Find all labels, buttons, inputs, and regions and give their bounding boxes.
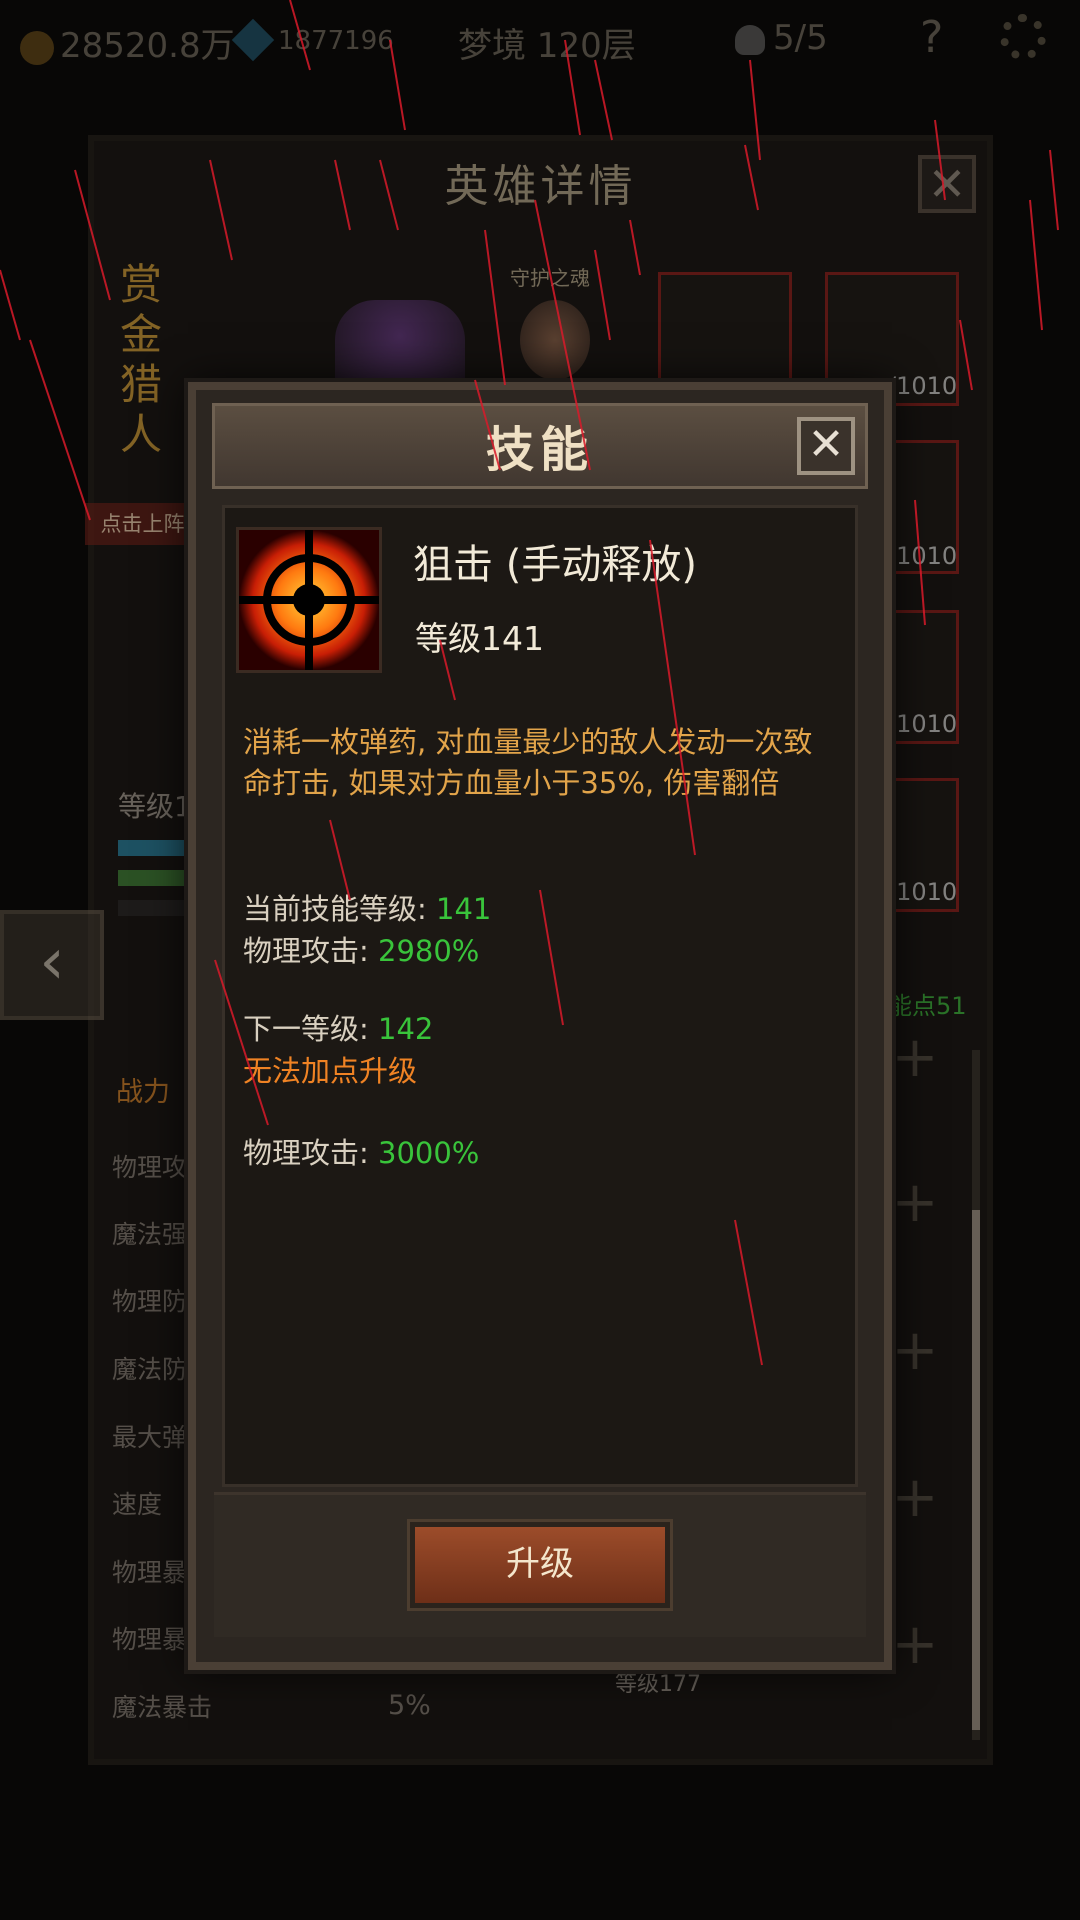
physical-attack-value: 2980% [378, 934, 480, 968]
gold-coin-icon [20, 30, 54, 65]
skill-list-scrollbar-thumb[interactable] [972, 1210, 980, 1730]
mana-bar [118, 840, 188, 856]
next-physical-attack-line: 物理攻击: 3000% [243, 1130, 479, 1172]
stat-label: 物理攻 [112, 1153, 188, 1182]
stat-label: 最大弹 [112, 1423, 188, 1452]
stat-label: 物理暴 [112, 1558, 188, 1587]
slot-label: /1010 [888, 372, 958, 400]
crosshair-icon-graphic [239, 530, 379, 670]
skill-dialog-title: 技能 [485, 422, 594, 478]
crosshair-icon [236, 527, 382, 673]
close-icon[interactable]: ✕ [797, 417, 855, 475]
hero-detail-title: 英雄详情 [444, 161, 637, 212]
skill-name: 狙击 (手动释放) [413, 542, 697, 588]
stat-value: 5% [388, 1690, 431, 1721]
exp-bar [118, 900, 188, 916]
hero-detail-close-button[interactable]: ✕ [918, 155, 976, 213]
next-attack-label: 物理攻击: [243, 1136, 378, 1170]
current-level-label: 当前技能等级: [243, 892, 436, 926]
power-label: 战力 [116, 1077, 170, 1108]
stamina-counter: 5/5 [735, 18, 828, 58]
guard-soul-icon[interactable] [520, 300, 590, 380]
skill-level: 等级141 [415, 619, 544, 658]
skill-level-label: 等级177 [615, 1672, 701, 1697]
gold-amount: 28520.8万 [60, 26, 235, 66]
stat-label: 物理暴 [112, 1625, 188, 1654]
slot-label: /1010 [888, 542, 958, 570]
dream-realm-label[interactable]: 梦境 120层 [458, 18, 636, 67]
rain-streak [0, 269, 21, 341]
gold-counter: 28520.8万 [20, 18, 235, 67]
gem-icon [231, 18, 275, 61]
previous-hero-arrow-icon[interactable]: ‹ [0, 910, 104, 1020]
gem-counter: 1877196 [231, 18, 394, 61]
stat-label: 魔法强 [112, 1220, 188, 1249]
deploy-button[interactable]: 点击上阵 [85, 503, 200, 545]
guard-soul-label: 守护之魂 [510, 266, 590, 290]
stat-label: 魔法暴击 [112, 1693, 213, 1722]
help-icon[interactable]: ? [920, 12, 943, 63]
hero-name: 赏金猎人 [120, 260, 163, 459]
skull-icon [735, 24, 765, 55]
current-level-value: 141 [436, 892, 492, 926]
next-attack-value: 3000% [378, 1136, 480, 1170]
slot-label: /1010 [888, 710, 958, 738]
current-physical-attack-line: 物理攻击: 2980% [243, 928, 479, 970]
current-skill-level-line: 当前技能等级: 141 [243, 886, 491, 928]
hero-stat-bars [118, 840, 188, 930]
next-level-label: 下一等级: [243, 1012, 378, 1046]
physical-attack-label: 物理攻击: [243, 934, 378, 968]
stat-label: 物理防 [112, 1287, 188, 1316]
skill-description: 消耗一枚弹药, 对血量最少的敌人发动一次致命打击, 如果对方血量小于35%, 伤… [243, 725, 813, 800]
rain-streak [29, 339, 91, 521]
slot-label: /1010 [888, 878, 958, 906]
next-level-value: 142 [378, 1012, 434, 1046]
rain-streak [1049, 149, 1059, 231]
stat-label: 速度 [112, 1490, 163, 1519]
upgrade-button[interactable]: 升级 [410, 1522, 670, 1608]
stat-label: 魔法防 [112, 1355, 188, 1384]
cannot-upgrade-warning: 无法加点升级 [243, 1054, 418, 1088]
skill-points-label: 能点51 [888, 992, 967, 1020]
hero-portrait [335, 300, 465, 390]
hero-level-label: 等级1 [118, 790, 192, 823]
next-level-line: 下一等级: 142 [243, 1006, 433, 1048]
gem-amount: 1877196 [278, 26, 394, 56]
health-bar [118, 870, 188, 886]
top-status-bar: 28520.8万 1877196 梦境 120层 5/5 ? [0, 0, 1080, 90]
rain-streak [1029, 199, 1043, 331]
settings-gear-icon[interactable] [1000, 14, 1046, 60]
stamina-amount: 5/5 [773, 18, 828, 58]
